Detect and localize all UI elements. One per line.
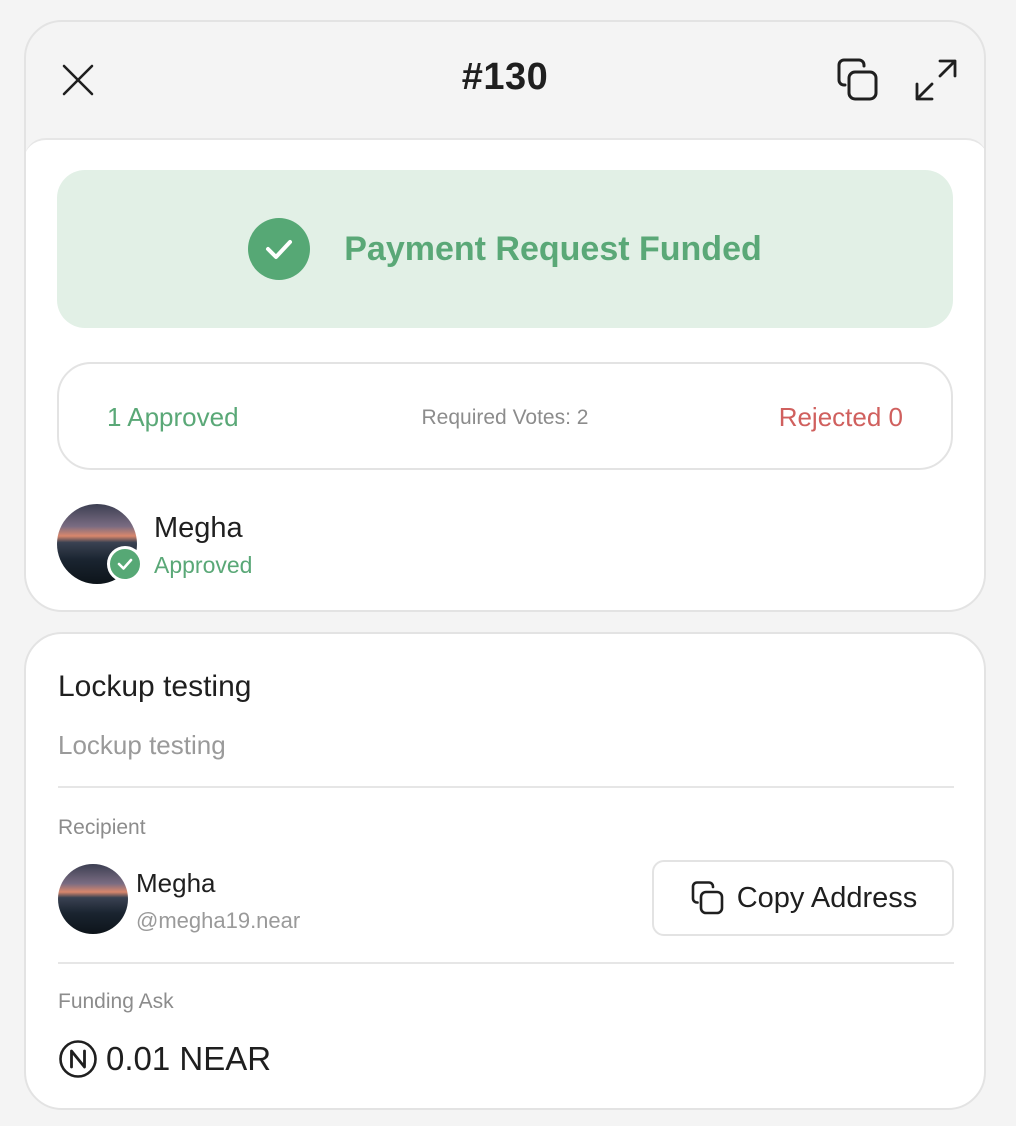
funding-ask: 0.01 NEAR [58,1038,271,1080]
recipient-avatar [58,864,128,934]
proposal-details: Lockup testing Lockup testing Recipient … [24,632,986,1110]
funding-label: Funding Ask [58,990,174,1013]
rejected-count: Rejected 0 [778,402,903,432]
expand-button[interactable] [910,54,962,106]
status-text: Payment Request Funded [344,229,762,268]
voter-status: Approved [154,552,253,578]
approved-check-icon [107,546,143,582]
copy-link-button[interactable] [832,54,884,106]
recipient-name: Megha [136,868,216,898]
funding-amount: 0.01 NEAR [106,1040,272,1077]
copy-address-label: Copy Address [736,881,918,914]
proposal-panel: #130 Payment Request Funded 1 Approved R… [24,20,986,612]
proposal-title: Lockup testing [58,670,252,703]
copy-icon [837,58,878,101]
copy-icon [689,879,727,917]
recipient-label: Recipient [58,816,146,839]
divider [58,962,954,964]
voter-name: Megha [154,512,243,544]
near-icon [58,1039,98,1079]
status-section: Payment Request Funded 1 Approved Requir… [26,138,984,610]
recipient-handle: @megha19.near [136,908,301,933]
expand-icon [915,59,957,101]
proposal-description: Lockup testing [58,730,226,760]
status-banner: Payment Request Funded [57,170,953,328]
votes-summary: 1 Approved Required Votes: 2 Rejected 0 [57,362,953,470]
voter-item: Megha Approved [57,504,457,584]
divider [58,786,954,788]
check-circle-icon [248,218,311,280]
copy-address-button[interactable]: Copy Address [652,860,954,936]
panel-header: #130 [26,22,984,140]
